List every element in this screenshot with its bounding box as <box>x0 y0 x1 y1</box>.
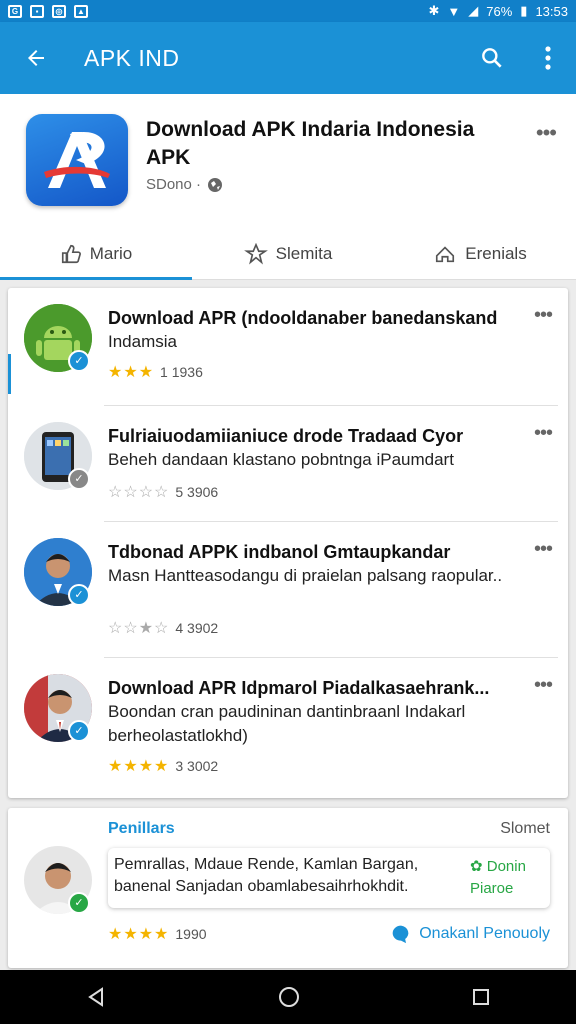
app-name: Download APK Indaria Indonesia APK <box>146 118 475 169</box>
rating-stars: ★★★ <box>108 364 155 381</box>
item-description: Masn Hantteasodangu di praielan palsang … <box>108 566 503 585</box>
item-title: Download APR Idpmarol Piadalkasaehrank..… <box>108 678 490 698</box>
item-rating: ★★★ 1 1936 <box>108 362 203 382</box>
app-publisher: SDono · <box>146 176 223 193</box>
back-arrow-icon <box>28 50 44 66</box>
verified-badge: ✓ <box>68 584 90 606</box>
notification-box-icon: ▪ <box>30 4 44 18</box>
list-item[interactable]: ✓ Download APR (ndooldanaber banedanskan… <box>8 288 568 406</box>
rating-count: 1990 <box>175 926 207 942</box>
app-bar: APK IND <box>0 22 576 94</box>
app-bar-title: APK IND <box>84 44 180 71</box>
tab-slemita[interactable]: Slemita <box>192 228 384 279</box>
item-description: Beheh dandaan klastano pobntnga iPaumdar… <box>108 450 454 469</box>
search-button[interactable] <box>464 22 520 94</box>
system-nav-bar <box>0 970 576 1024</box>
item-more-icon[interactable]: ••• <box>534 538 553 561</box>
item-more-icon[interactable]: ••• <box>534 422 553 445</box>
item-rating: ★★★★ 3 3002 <box>108 756 218 776</box>
item-description: Indamsia <box>108 332 177 351</box>
review-right-label[interactable]: Slomet <box>500 820 550 838</box>
bluetooth-icon: ✱ <box>428 3 440 18</box>
chat-bubble-icon <box>392 925 409 944</box>
rating-count: 5 3906 <box>175 484 219 500</box>
star-outline-icon <box>243 242 268 265</box>
tab-mario[interactable]: Mario <box>0 228 192 280</box>
share-arrow-icon <box>436 245 455 262</box>
item-more-icon[interactable]: ••• <box>534 674 553 697</box>
item-description: Boondan cran paudininan dantinbraanl Ind… <box>108 702 466 745</box>
header-more-icon[interactable]: ••• <box>536 120 557 146</box>
list-item[interactable]: ✓ Download APR Idpmarol Piadalkasaehrank… <box>8 658 568 796</box>
rating-stars: ★★★★ <box>108 758 170 775</box>
rating-count: 1 1936 <box>160 364 203 380</box>
verified-badge: ✓ <box>68 720 90 742</box>
home-circle-icon[interactable] <box>277 985 301 1009</box>
review-action-button[interactable]: Onakanl Penouoly <box>391 924 550 944</box>
status-bar: G ▪ ◎ ▲ ✱ ▼ ◢ 76% ▮ 13:53 <box>0 0 576 22</box>
item-rating: ☆☆★☆ 4 3902 <box>108 618 218 638</box>
item-more-icon[interactable]: ••• <box>534 304 553 327</box>
verified-badge: ✓ <box>68 892 90 914</box>
review-box: Pemrallas, Mdaue Rende, Kamlan Bargan, b… <box>108 848 550 908</box>
clock: 13:53 <box>535 3 568 19</box>
item-rating: ☆☆☆☆ 5 3906 <box>108 482 218 502</box>
verified-badge: ✓ <box>68 350 90 372</box>
review-card: Penillars Slomet ✓ Pemrallas, Mdaue Rend… <box>8 808 568 968</box>
item-title: Fulriaiuodamiianiuce drode Tradaad Cyor <box>108 426 464 446</box>
review-text: Pemrallas, Mdaue Rende, Kamlan Bargan, b… <box>114 856 419 895</box>
more-vert-icon <box>545 46 551 70</box>
verified-badge: ✓ <box>68 468 90 490</box>
notification-img-icon: ▲ <box>74 4 88 18</box>
globe-icon <box>208 177 223 192</box>
thumb-icon <box>61 244 81 263</box>
signal-icon: ◢ <box>468 3 479 18</box>
review-rating: ★★★★ 1990 <box>108 924 207 944</box>
back-button[interactable] <box>0 22 72 94</box>
review-heading: Penillars <box>108 820 175 837</box>
notification-circle-icon: ◎ <box>52 4 66 18</box>
leaf-icon: ✿ <box>470 858 483 875</box>
rating-stars: ☆☆★☆ <box>108 620 170 637</box>
app-logo <box>26 114 128 206</box>
back-triangle-icon[interactable] <box>85 986 107 1008</box>
search-icon <box>482 48 502 68</box>
list-item[interactable]: ✓ Tdbonad APPK indbanol Gmtaupkandar Mas… <box>8 522 568 658</box>
review-link[interactable]: ✿ Donin Piaroe <box>470 856 548 900</box>
list-item[interactable]: ✓ Fulriaiuodamiianiuce drode Tradaad Cyo… <box>8 406 568 522</box>
item-title: Download APR (ndooldanaber banedanskand <box>108 308 498 328</box>
recents-square-icon[interactable] <box>471 987 491 1007</box>
notification-g-icon: G <box>8 4 22 18</box>
app-header: Download APK Indaria Indonesia APK ••• S… <box>0 94 576 280</box>
tab-bar: Mario Slemita Erenials <box>0 228 576 280</box>
rating-stars: ☆☆☆☆ <box>108 484 170 501</box>
rating-count: 3 3002 <box>175 758 219 774</box>
wifi-icon: ▼ <box>447 3 461 19</box>
rating-stars: ★★★★ <box>108 926 170 943</box>
battery-icon: ▮ <box>520 3 528 18</box>
battery-percent: 76% <box>486 3 513 19</box>
rating-count: 4 3902 <box>175 620 219 636</box>
app-list-card: ✓ Download APR (ndooldanaber banedanskan… <box>8 288 568 798</box>
tab-erenials[interactable]: Erenials <box>384 228 576 279</box>
overflow-menu-button[interactable] <box>520 22 576 94</box>
item-title: Tdbonad APPK indbanol Gmtaupkandar <box>108 542 451 562</box>
